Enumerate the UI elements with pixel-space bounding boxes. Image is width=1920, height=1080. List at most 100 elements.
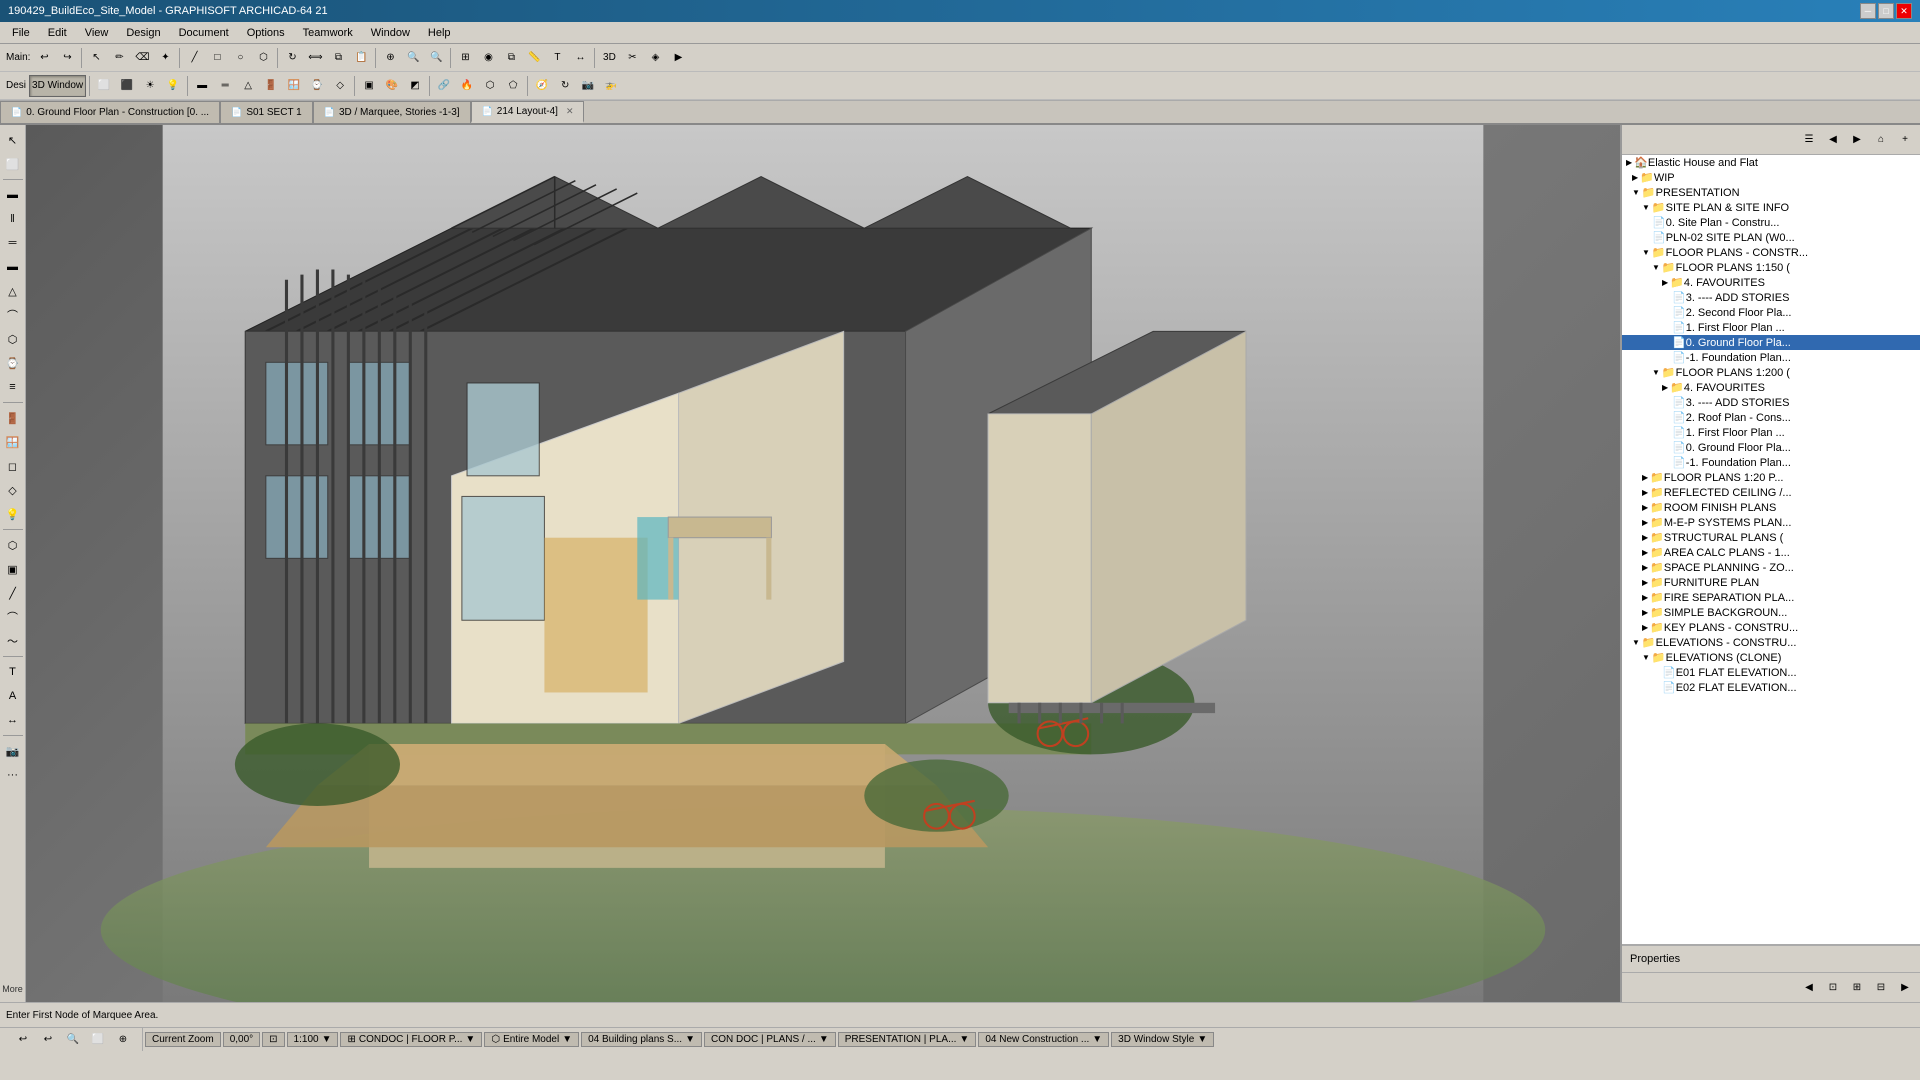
tb-wall[interactable]: ▬ xyxy=(191,75,213,97)
tb-hotlink[interactable]: 🔥 xyxy=(456,75,478,97)
tb-text[interactable]: T xyxy=(546,47,568,69)
tb-window-tool[interactable]: 🪟 xyxy=(283,75,305,97)
lt-text[interactable]: T xyxy=(2,661,24,683)
menu-help[interactable]: Help xyxy=(420,25,459,41)
properties-tab[interactable]: Properties xyxy=(1622,944,1920,972)
lt-window[interactable]: 🪟 xyxy=(2,431,24,453)
tb-3d-view[interactable]: ⬛ xyxy=(116,75,138,97)
lt-fill[interactable]: ▣ xyxy=(2,558,24,580)
menu-options[interactable]: Options xyxy=(239,25,293,41)
tree-fp200-ground[interactable]: 📄 0. Ground Floor Pla... xyxy=(1622,440,1920,455)
lt-label[interactable]: A xyxy=(2,685,24,707)
tb-zoom-in[interactable]: 🔍 xyxy=(402,47,424,69)
tb-navigate[interactable]: 🧭 xyxy=(531,75,553,97)
close-button[interactable]: ✕ xyxy=(1896,3,1912,19)
tb-paste[interactable]: 📋 xyxy=(350,47,372,69)
bt-rotation[interactable]: 0,00° xyxy=(223,1032,260,1047)
menu-document[interactable]: Document xyxy=(171,25,237,41)
tb-zone[interactable]: ⬡ xyxy=(479,75,501,97)
tree-site-plan[interactable]: ▼ 📁 SITE PLAN & SITE INFO xyxy=(1622,200,1920,215)
tree-space-planning[interactable]: ▶ 📁 SPACE PLANNING - ZO... xyxy=(1622,560,1920,575)
tree-elevations[interactable]: ▼ 📁 ELEVATIONS - CONSTRU... xyxy=(1622,635,1920,650)
tb-stair[interactable]: ⌚ xyxy=(306,75,328,97)
tb-3dwindow[interactable]: 3D Window xyxy=(29,75,86,97)
tb-slab[interactable]: ═ xyxy=(214,75,236,97)
tree-fp-200[interactable]: ▼ 📁 FLOOR PLANS 1:200 ( xyxy=(1622,365,1920,380)
tree-fp-20[interactable]: ▶ 📁 FLOOR PLANS 1:20 P... xyxy=(1622,470,1920,485)
menu-design[interactable]: Design xyxy=(118,25,168,41)
tree-e02-flat[interactable]: 📄 E02 FLAT ELEVATION... xyxy=(1622,680,1920,695)
tb-poly[interactable]: ⬡ xyxy=(252,47,274,69)
minimize-button[interactable]: ─ xyxy=(1860,3,1876,19)
tree-fp200-add[interactable]: 📄 3. ---- ADD STORIES xyxy=(1622,395,1920,410)
tree-floor-plans-constr[interactable]: ▼ 📁 FLOOR PLANS - CONSTR... xyxy=(1622,245,1920,260)
tree-reflected-ceiling[interactable]: ▶ 📁 REFLECTED CEILING /... xyxy=(1622,485,1920,500)
tab-3d[interactable]: 📄 3D / Marquee, Stories -1-3] xyxy=(313,101,471,123)
rp-back[interactable]: ◀ xyxy=(1822,129,1844,151)
tb-zoom-fit[interactable]: ⊕ xyxy=(379,47,401,69)
tb-camera[interactable]: 📷 xyxy=(577,75,599,97)
tb-arrow[interactable]: ↖ xyxy=(85,47,107,69)
tb-surface[interactable]: ◩ xyxy=(404,75,426,97)
tree-fp150-first[interactable]: 📄 1. First Floor Plan ... xyxy=(1622,320,1920,335)
rp-bottom-btn4[interactable]: ⊟ xyxy=(1870,977,1892,999)
rp-bottom-btn2[interactable]: ⊡ xyxy=(1822,977,1844,999)
lt-dim[interactable]: ↔ xyxy=(2,709,24,731)
tree-simple-bg[interactable]: ▶ 📁 SIMPLE BACKGROUN... xyxy=(1622,605,1920,620)
tb-3d[interactable]: 3D xyxy=(598,47,620,69)
tb-object[interactable]: ◇ xyxy=(329,75,351,97)
menu-view[interactable]: View xyxy=(77,25,117,41)
tree-fp150-second[interactable]: 📄 2. Second Floor Pla... xyxy=(1622,305,1920,320)
bt-placeholder[interactable]: ⊡ xyxy=(262,1032,284,1047)
lt-railing[interactable]: ≡ xyxy=(2,376,24,398)
tab-sect1[interactable]: 📄 S01 SECT 1 xyxy=(220,101,313,123)
tree-fp150-fav[interactable]: ▶ 📁 4. FAVOURITES xyxy=(1622,275,1920,290)
tb-orbit[interactable]: ↻ xyxy=(554,75,576,97)
bt-layer-set[interactable]: ⊞ CONDOC | FLOOR P... ▼ xyxy=(340,1032,482,1047)
tb-pen[interactable]: ✏ xyxy=(108,47,130,69)
tb-measure[interactable]: 📏 xyxy=(523,47,545,69)
bt-presentation[interactable]: PRESENTATION | PLA... ▼ xyxy=(838,1032,977,1047)
tree-e01-flat[interactable]: 📄 E01 FLAT ELEVATION... xyxy=(1622,665,1920,680)
lt-object[interactable]: ◇ xyxy=(2,479,24,501)
bt-con-doc[interactable]: CON DOC | PLANS / ... ▼ xyxy=(704,1032,836,1047)
lt-light[interactable]: 💡 xyxy=(2,503,24,525)
lt-roof[interactable]: △ xyxy=(2,280,24,302)
lt-camera[interactable]: 📷 xyxy=(2,740,24,762)
tree-site-plan-pln[interactable]: 📄 PLN-02 SITE PLAN (W0... xyxy=(1622,230,1920,245)
tree-fp200-fav[interactable]: ▶ 📁 4. FAVOURITES xyxy=(1622,380,1920,395)
rp-bottom-btn5[interactable]: ▶ xyxy=(1894,977,1916,999)
navigator-tree[interactable]: ▶ 🏠 Elastic House and Flat ▶ 📁 WIP ▼ 📁 P… xyxy=(1622,155,1920,944)
tb-rotate[interactable]: ↻ xyxy=(281,47,303,69)
lt-zone[interactable]: ⬡ xyxy=(2,534,24,556)
lt-door[interactable]: 🚪 xyxy=(2,407,24,429)
tree-fp200-roof[interactable]: 📄 2. Roof Plan - Cons... xyxy=(1622,410,1920,425)
tb-roof[interactable]: △ xyxy=(237,75,259,97)
tree-wip[interactable]: ▶ 📁 WIP xyxy=(1622,170,1920,185)
rp-bottom-btn1[interactable]: ◀ xyxy=(1798,977,1820,999)
tb-morph[interactable]: ⬠ xyxy=(502,75,524,97)
bt-building-plans[interactable]: 04 Building plans S... ▼ xyxy=(581,1032,702,1047)
tb-grid[interactable]: ⊞ xyxy=(454,47,476,69)
tb-undo[interactable]: ↩ xyxy=(33,47,55,69)
lt-arc[interactable]: ⌒ xyxy=(2,606,24,628)
bt-zoom-fit-btn[interactable]: ⊕ xyxy=(112,1029,134,1051)
tree-presentation[interactable]: ▼ 📁 PRESENTATION xyxy=(1622,185,1920,200)
tb-fly[interactable]: 🚁 xyxy=(600,75,622,97)
tb-fill[interactable]: ▣ xyxy=(358,75,380,97)
bt-3d-style[interactable]: 3D Window Style ▼ xyxy=(1111,1032,1214,1047)
lt-morph[interactable]: ⬡ xyxy=(2,328,24,350)
tree-fire-sep[interactable]: ▶ 📁 FIRE SEPARATION PLA... xyxy=(1622,590,1920,605)
lt-skylight[interactable]: ◻ xyxy=(2,455,24,477)
lt-polyline[interactable]: ╱ xyxy=(2,582,24,604)
tree-elevations-clone[interactable]: ▼ 📁 ELEVATIONS (CLONE) xyxy=(1622,650,1920,665)
tree-fp200-found[interactable]: 📄 -1. Foundation Plan... xyxy=(1622,455,1920,470)
tab-ground-floor[interactable]: 📄 0. Ground Floor Plan - Construction [0… xyxy=(0,101,220,123)
bt-zoom-back[interactable]: ↩ xyxy=(12,1029,34,1051)
lt-spline[interactable]: 〜 xyxy=(2,630,24,652)
bt-zoom-window[interactable]: ⬜ xyxy=(87,1029,109,1051)
bt-construction[interactable]: 04 New Construction ... ▼ xyxy=(978,1032,1109,1047)
bt-model-scope[interactable]: ⬡ Entire Model ▼ xyxy=(484,1032,579,1047)
menu-window[interactable]: Window xyxy=(363,25,418,41)
lt-beam[interactable]: ═ xyxy=(2,232,24,254)
